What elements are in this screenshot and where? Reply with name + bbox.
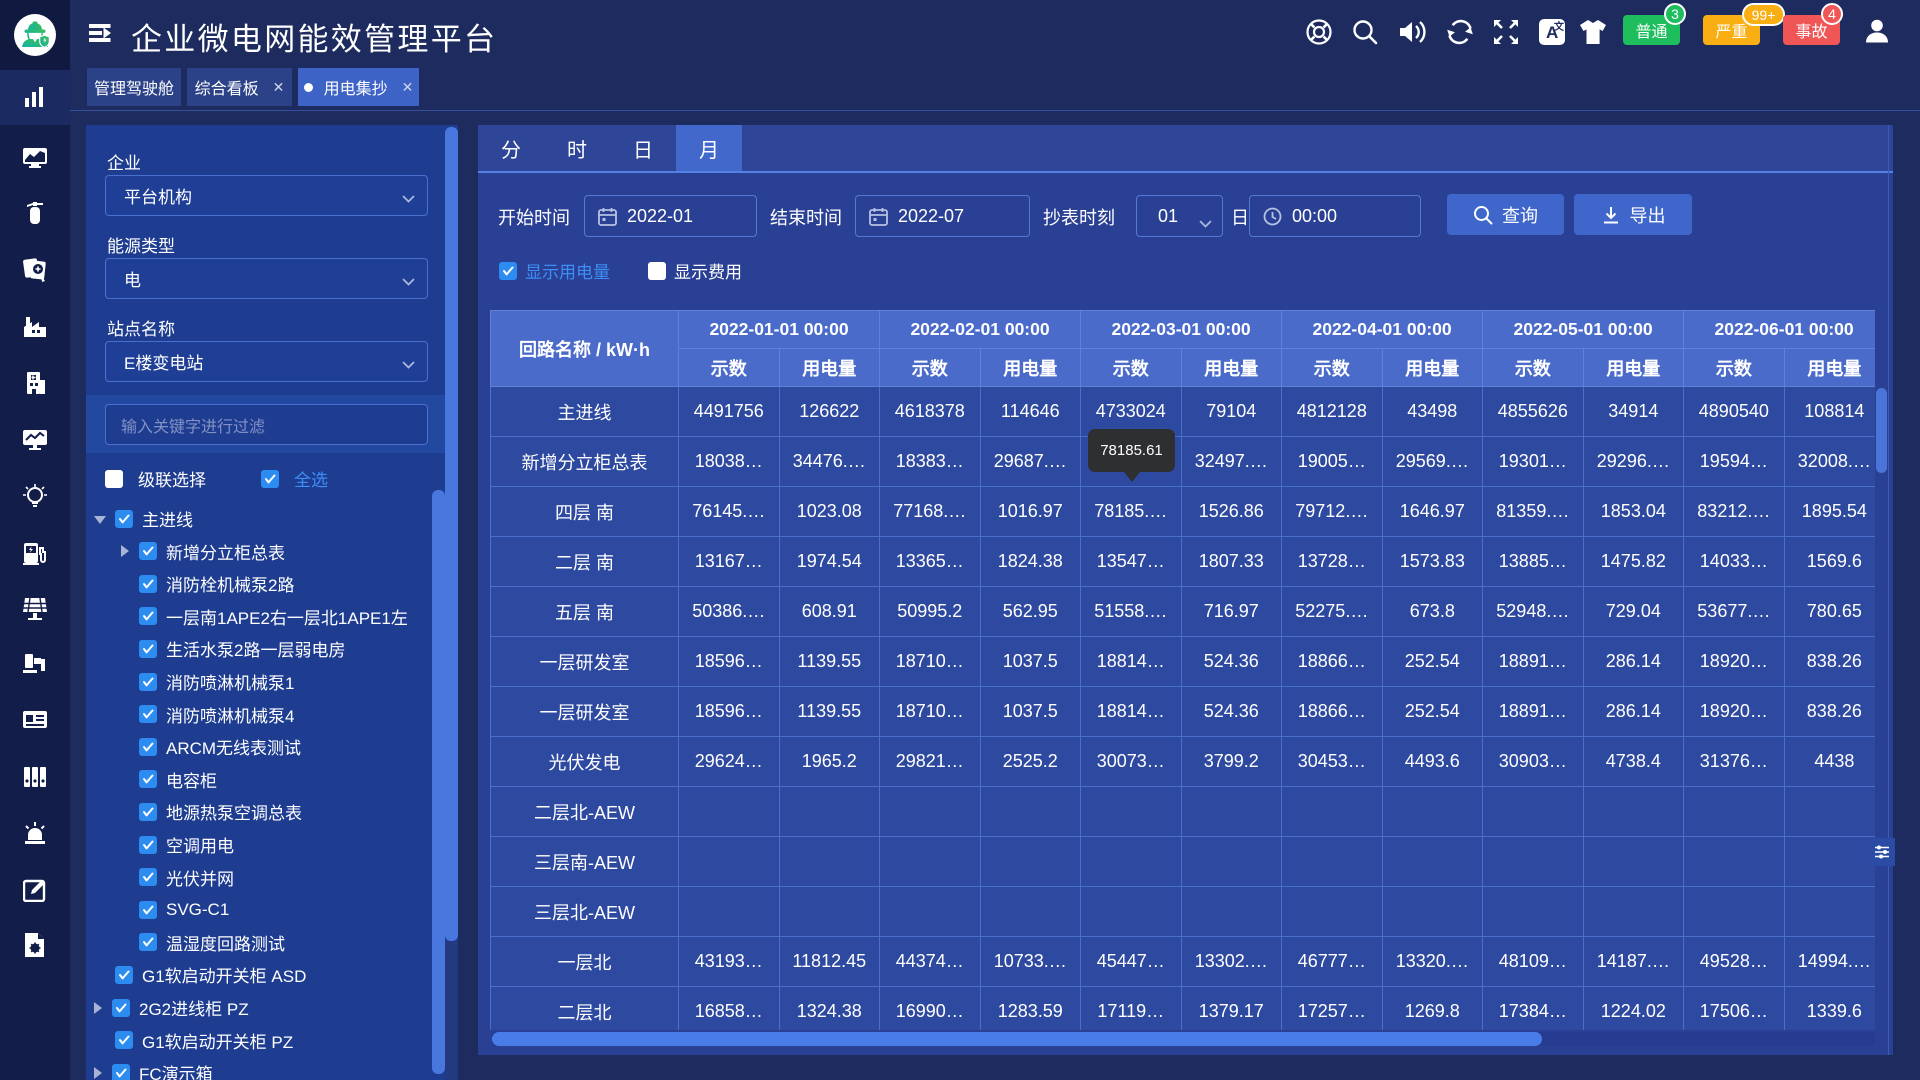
svg-text:文: 文 [1554,20,1565,33]
